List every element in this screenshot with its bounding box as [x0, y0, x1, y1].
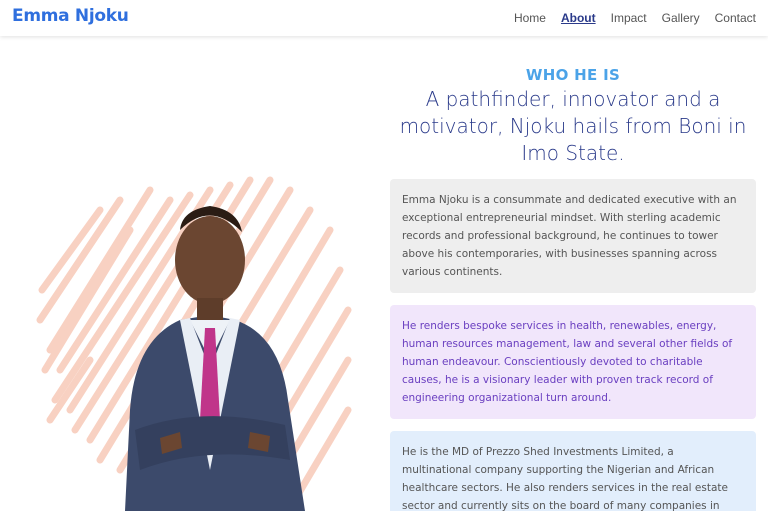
section-eyebrow: WHO HE IS	[525, 66, 621, 84]
services-card: He renders bespoke services in health, r…	[390, 305, 756, 419]
head	[175, 216, 245, 304]
nav-gallery[interactable]: Gallery	[662, 11, 700, 25]
portrait-photo	[30, 170, 360, 511]
portrait-illustration	[36, 176, 352, 511]
nav-contact[interactable]: Contact	[715, 11, 756, 25]
main-nav: Home About Impact Gallery Contact	[499, 11, 756, 25]
brand-logo[interactable]: Emma Njoku	[12, 6, 129, 26]
nav-impact[interactable]: Impact	[611, 11, 647, 25]
roles-card: He is the MD of Prezzo Shed Investments …	[390, 431, 756, 511]
about-section: WHO HE IS A pathfinder, innovator and a …	[390, 66, 756, 511]
nav-about[interactable]: About	[561, 11, 596, 25]
section-headline: A pathfinder, innovator and a motivator,…	[399, 87, 747, 165]
top-navbar: Emma Njoku Home About Impact Gallery Con…	[0, 0, 768, 36]
nav-home[interactable]: Home	[514, 11, 546, 25]
bio-card: Emma Njoku is a consummate and dedicated…	[390, 179, 756, 293]
